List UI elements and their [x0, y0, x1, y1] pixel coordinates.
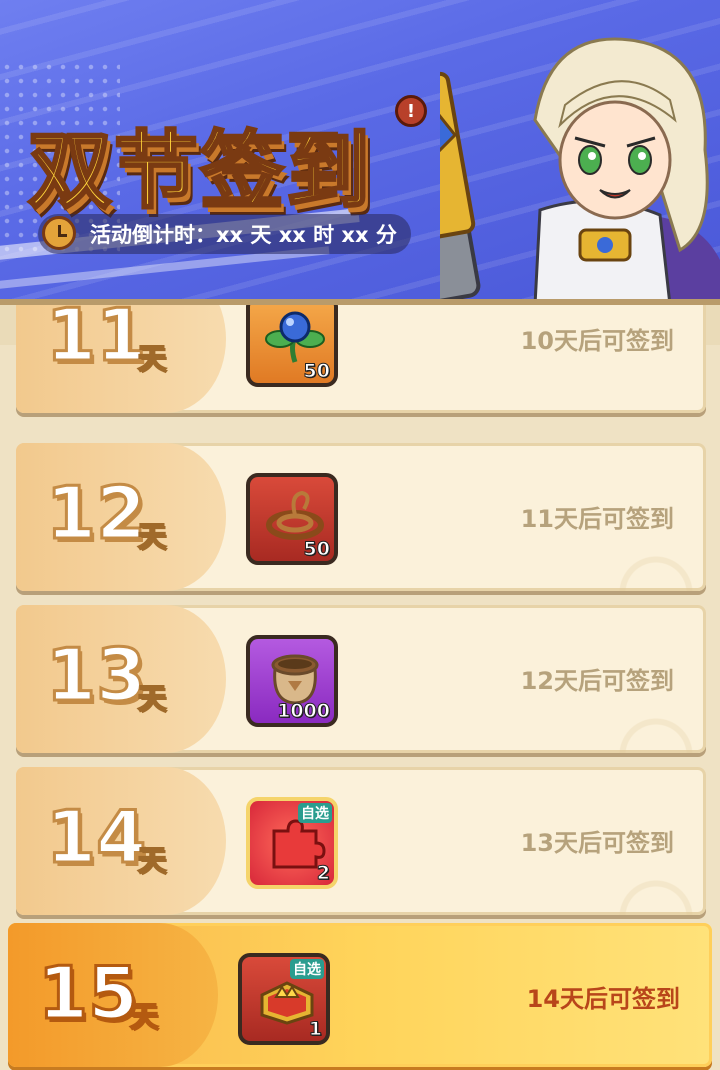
day-number: 14 — [44, 794, 147, 881]
day-unit: 天 — [137, 843, 167, 878]
optional-choice-tag: 自选 — [290, 959, 324, 979]
signin-row-day-11[interactable]: 11 天 50 10天后可签到 — [16, 305, 706, 413]
info-icon[interactable]: ! — [395, 95, 427, 127]
signin-status: 13天后可签到 — [520, 829, 674, 857]
sack-icon — [271, 654, 319, 705]
reward-item[interactable]: 50 — [246, 305, 338, 387]
reward-quantity: 50 — [303, 538, 330, 561]
signin-status: 11天后可签到 — [520, 505, 674, 533]
rope-icon — [266, 490, 324, 540]
signin-status: 10天后可签到 — [520, 327, 674, 355]
optional-choice-tag: 自选 — [298, 803, 332, 823]
signin-list[interactable]: 11 天 50 10天后可签到 12 天 50 11天后可签到 13 天 100… — [0, 305, 720, 1070]
day-unit: 天 — [137, 681, 167, 716]
event-title: 双节签到 — [26, 121, 373, 222]
day-number: 12 — [44, 470, 147, 557]
signin-status: 12天后可签到 — [520, 667, 674, 695]
reward-item[interactable]: 自选 2 — [246, 797, 338, 889]
countdown-pill: 活动倒计时：xx 天 xx 时 xx 分 — [38, 214, 411, 254]
day-number: 11 — [44, 305, 147, 379]
reward-item[interactable]: 1000 — [246, 635, 338, 727]
clock-icon — [42, 216, 76, 250]
event-banner: 双节签到 ! 活动倒计时：xx 天 xx 时 xx 分 — [0, 0, 720, 305]
hero-character-illustration — [440, 37, 720, 305]
reward-quantity: 1 — [308, 1018, 322, 1041]
day-unit: 天 — [137, 519, 167, 554]
day-number: 13 — [44, 632, 147, 719]
signin-row-day-14[interactable]: 14 天 自选 2 13天后可签到 — [16, 767, 706, 915]
countdown-label: 活动倒计时：xx 天 xx 时 xx 分 — [90, 223, 397, 247]
signin-row-day-12[interactable]: 12 天 50 11天后可签到 — [16, 443, 706, 591]
reward-item[interactable]: 50 — [246, 473, 338, 565]
signin-row-day-13[interactable]: 13 天 1000 12天后可签到 — [16, 605, 706, 753]
signin-row-day-15[interactable]: 15 天 自选 1 14天后可签到 — [8, 923, 712, 1067]
reward-item[interactable]: 自选 1 — [238, 953, 330, 1045]
day-unit: 天 — [129, 999, 159, 1034]
day-number: 15 — [36, 950, 139, 1037]
flower-icon — [265, 311, 325, 363]
reward-quantity: 1000 — [277, 700, 331, 723]
reward-quantity: 2 — [316, 862, 330, 885]
signin-status: 14天后可签到 — [526, 985, 680, 1013]
day-unit: 天 — [137, 341, 167, 376]
reward-quantity: 50 — [303, 360, 330, 383]
